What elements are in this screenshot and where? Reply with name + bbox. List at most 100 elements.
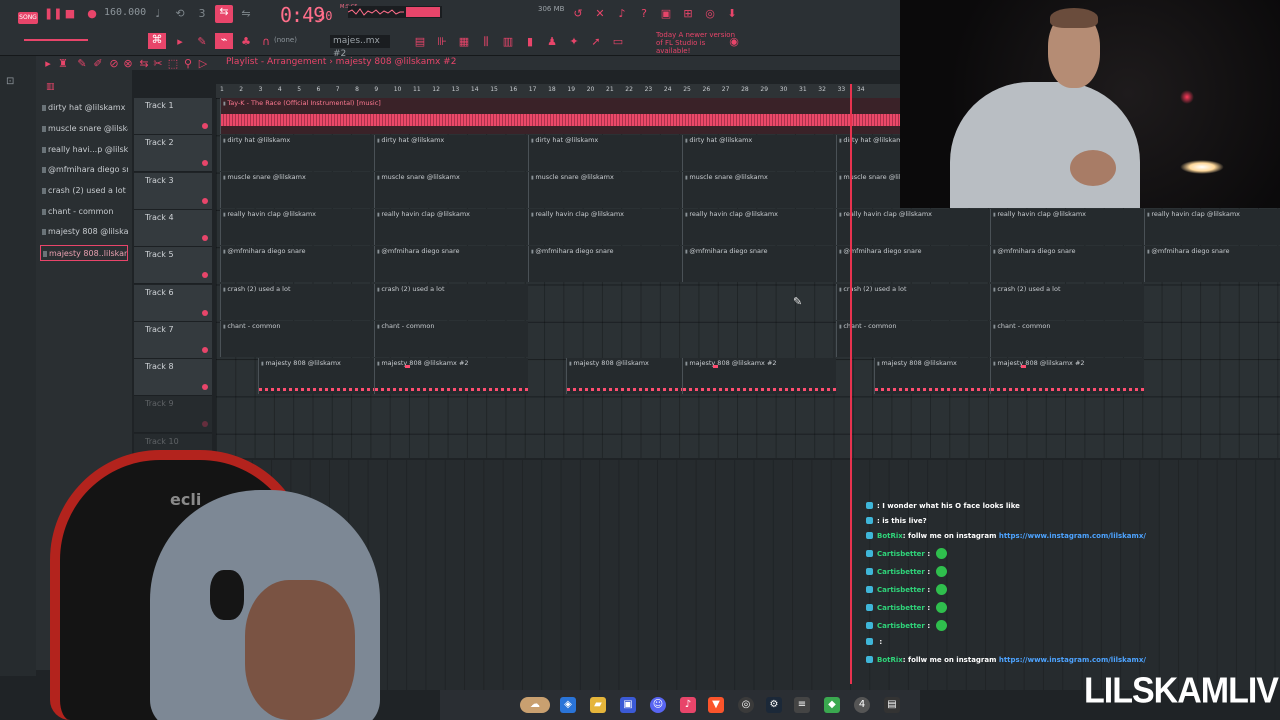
discord-icon[interactable]: ☺ (650, 697, 666, 713)
select-tool-icon[interactable]: ⬚ (165, 57, 181, 71)
pattern-clip[interactable]: muscle snare @lilskamx (220, 172, 374, 208)
game-icon[interactable]: ◆ (824, 697, 840, 713)
pattern-clip[interactable]: really havin clap @lilskamx (682, 209, 836, 245)
channel-rack-icon[interactable]: ▦ (456, 35, 472, 49)
chat-link[interactable]: https://www.instagram.com/lilskamx/ (999, 532, 1146, 540)
stamp-icon[interactable]: ♣ (238, 35, 254, 49)
mute-tool-icon[interactable]: ⊗ (120, 57, 136, 71)
pattern-clip[interactable]: really havin clap @lilskamx (1144, 209, 1280, 245)
pattern-clip[interactable]: dirty hat @lilskamx (682, 135, 836, 171)
track-header[interactable]: Track 5 (134, 247, 212, 285)
zoom-tool-icon[interactable]: ⚲ (180, 57, 196, 71)
pattern-clip[interactable]: chant - common (220, 321, 374, 357)
arrow-icon[interactable]: ▸ (172, 35, 188, 49)
fl-studio-icon[interactable]: ♪ (680, 697, 696, 713)
playlist-icon[interactable]: ▤ (412, 35, 428, 49)
project-icon[interactable]: ➚ (588, 35, 604, 49)
chat-link[interactable]: https://www.instagram.com/lilskamx/ (999, 656, 1146, 664)
timeline-ruler[interactable]: 1 2 3 4 5 6 7 8 9 10 11 12 13 14 15 16 17 18 19 20 21 22 23 24 2… (216, 84, 900, 98)
pattern-clip[interactable]: majesty 808 @lilskamx #2 (990, 358, 1144, 394)
mic-icon[interactable]: ♪ (614, 7, 630, 21)
pattern-clip[interactable]: majesty 808 @lilskamx (566, 358, 682, 394)
terminal-icon[interactable]: ▤ (884, 697, 900, 713)
track-header[interactable]: Track 8 (134, 359, 212, 397)
track-enable-led[interactable] (202, 346, 208, 353)
pencil-tool-icon[interactable]: ✎ (74, 57, 90, 71)
pattern-clip[interactable]: dirty hat @lilskamx (528, 135, 682, 171)
magnet-icon[interactable]: ∩ (258, 35, 274, 49)
track-enable-led[interactable] (202, 272, 208, 279)
save-icon[interactable]: ▣ (658, 7, 674, 21)
slice-tool-icon[interactable]: ✂ (150, 57, 166, 71)
pattern-clip[interactable]: dirty hat @lilskamx (220, 135, 374, 171)
picker-item-selected[interactable]: majesty 808..lilskamx #2 (40, 245, 128, 261)
browser-toggle-icon[interactable]: ⊡ (6, 76, 14, 87)
pattern-clip[interactable]: muscle snare @lilskamx (528, 172, 682, 208)
browser-icon[interactable]: ▥ (500, 35, 516, 49)
pattern-clip[interactable]: crash (2) used a lot (374, 284, 528, 320)
loop-record-icon[interactable]: ⇆ (215, 5, 233, 23)
pattern-clip[interactable]: majesty 808 @lilskamx #2 (374, 358, 528, 394)
pattern-clip[interactable]: crash (2) used a lot (836, 284, 990, 320)
picker-item[interactable]: crash (2) used a lot (40, 183, 128, 199)
stop-icon[interactable]: ■ (62, 7, 78, 21)
master-volume-bar[interactable] (24, 39, 88, 41)
track-header[interactable]: Track 1 (134, 98, 212, 135)
playlist-menu-icon[interactable]: ▸ (40, 57, 56, 71)
blend-icon[interactable]: ⇋ (238, 7, 254, 21)
pencil-icon[interactable]: ✎ (194, 35, 210, 49)
weather-icon[interactable]: ☁ (520, 697, 550, 713)
track-enable-led[interactable] (202, 234, 208, 241)
pattern-clip[interactable]: really havin clap @lilskamx (836, 209, 990, 245)
snap-icon[interactable]: ⌘ (148, 33, 166, 49)
track-enable-led[interactable] (202, 123, 208, 129)
track-enable-led[interactable] (202, 384, 208, 391)
track-enable-led[interactable] (202, 309, 208, 316)
countdown-icon[interactable]: 3 (194, 7, 210, 21)
pattern-clip[interactable]: really havin clap @lilskamx (990, 209, 1144, 245)
snap-value[interactable]: (none) (274, 36, 297, 44)
file-explorer-icon[interactable]: ▰ (590, 697, 606, 713)
pattern-clip[interactable]: majesty 808 @lilskamx #2 (682, 358, 836, 394)
pattern-clip[interactable]: majesty 808 @lilskamx (258, 358, 374, 394)
track-enable-led[interactable] (202, 421, 208, 428)
picker-item[interactable]: really havi...p @lilskamx (40, 142, 128, 158)
touch-icon[interactable]: ♟ (544, 35, 560, 49)
picker-item[interactable]: muscle snare @lilskamx (40, 121, 128, 137)
pattern-clip[interactable]: really havin clap @lilskamx (528, 209, 682, 245)
picker-item[interactable]: @mfmihara diego snare (40, 162, 128, 178)
picker-icon[interactable]: ▥ (46, 82, 55, 92)
track-enable-led[interactable] (202, 160, 208, 167)
piano-roll-icon[interactable]: ⊪ (434, 35, 450, 49)
pattern-clip[interactable]: really havin clap @lilskamx (220, 209, 374, 245)
picker-item[interactable]: majesty 808 @lilskamx (40, 224, 128, 240)
track-header[interactable]: Track 6 (134, 284, 212, 322)
tempo-tap-icon[interactable]: ✦ (566, 35, 582, 49)
pattern-clip[interactable]: chant - common (836, 321, 990, 357)
picker-item[interactable]: chant - common (40, 204, 128, 220)
pattern-clip[interactable]: really havin clap @lilskamx (374, 209, 528, 245)
lock-icon[interactable]: ♜ (55, 57, 71, 71)
pattern-clip[interactable]: @mfmihara diego snare (1144, 246, 1280, 282)
pattern-clip[interactable]: @mfmihara diego snare (682, 246, 836, 282)
playback-tool-icon[interactable]: ▷ (195, 57, 211, 71)
obs-icon[interactable]: ◎ (738, 697, 754, 713)
pattern-clip[interactable]: @mfmihara diego snare (836, 246, 990, 282)
undo-icon[interactable]: ↺ (570, 7, 586, 21)
audio-clip[interactable]: Tay-K - The Race (Official Instrumental)… (220, 98, 900, 134)
pattern-clip[interactable]: crash (2) used a lot (220, 284, 374, 320)
record-icon[interactable]: ● (84, 7, 100, 21)
pattern-clip[interactable]: muscle snare @lilskamx (374, 172, 528, 208)
track-header[interactable]: Track 9 (134, 396, 212, 434)
paint-icon[interactable]: ⌁ (215, 33, 233, 49)
brave-icon[interactable]: ▼ (708, 697, 724, 713)
track-header[interactable]: Track 2 (134, 135, 212, 173)
store-icon[interactable]: ▣ (620, 697, 636, 713)
pattern-clip[interactable]: chant - common (374, 321, 528, 357)
song-mode-button[interactable]: SONG (18, 12, 38, 24)
picker-item[interactable]: dirty hat @lilskamx (40, 100, 128, 116)
brush-tool-icon[interactable]: ✐ (90, 57, 106, 71)
metronome-icon[interactable]: ♩ (150, 7, 166, 21)
pattern-clip[interactable]: @mfmihara diego snare (374, 246, 528, 282)
pattern-clip[interactable]: muscle snare @lilskamx (836, 172, 922, 208)
